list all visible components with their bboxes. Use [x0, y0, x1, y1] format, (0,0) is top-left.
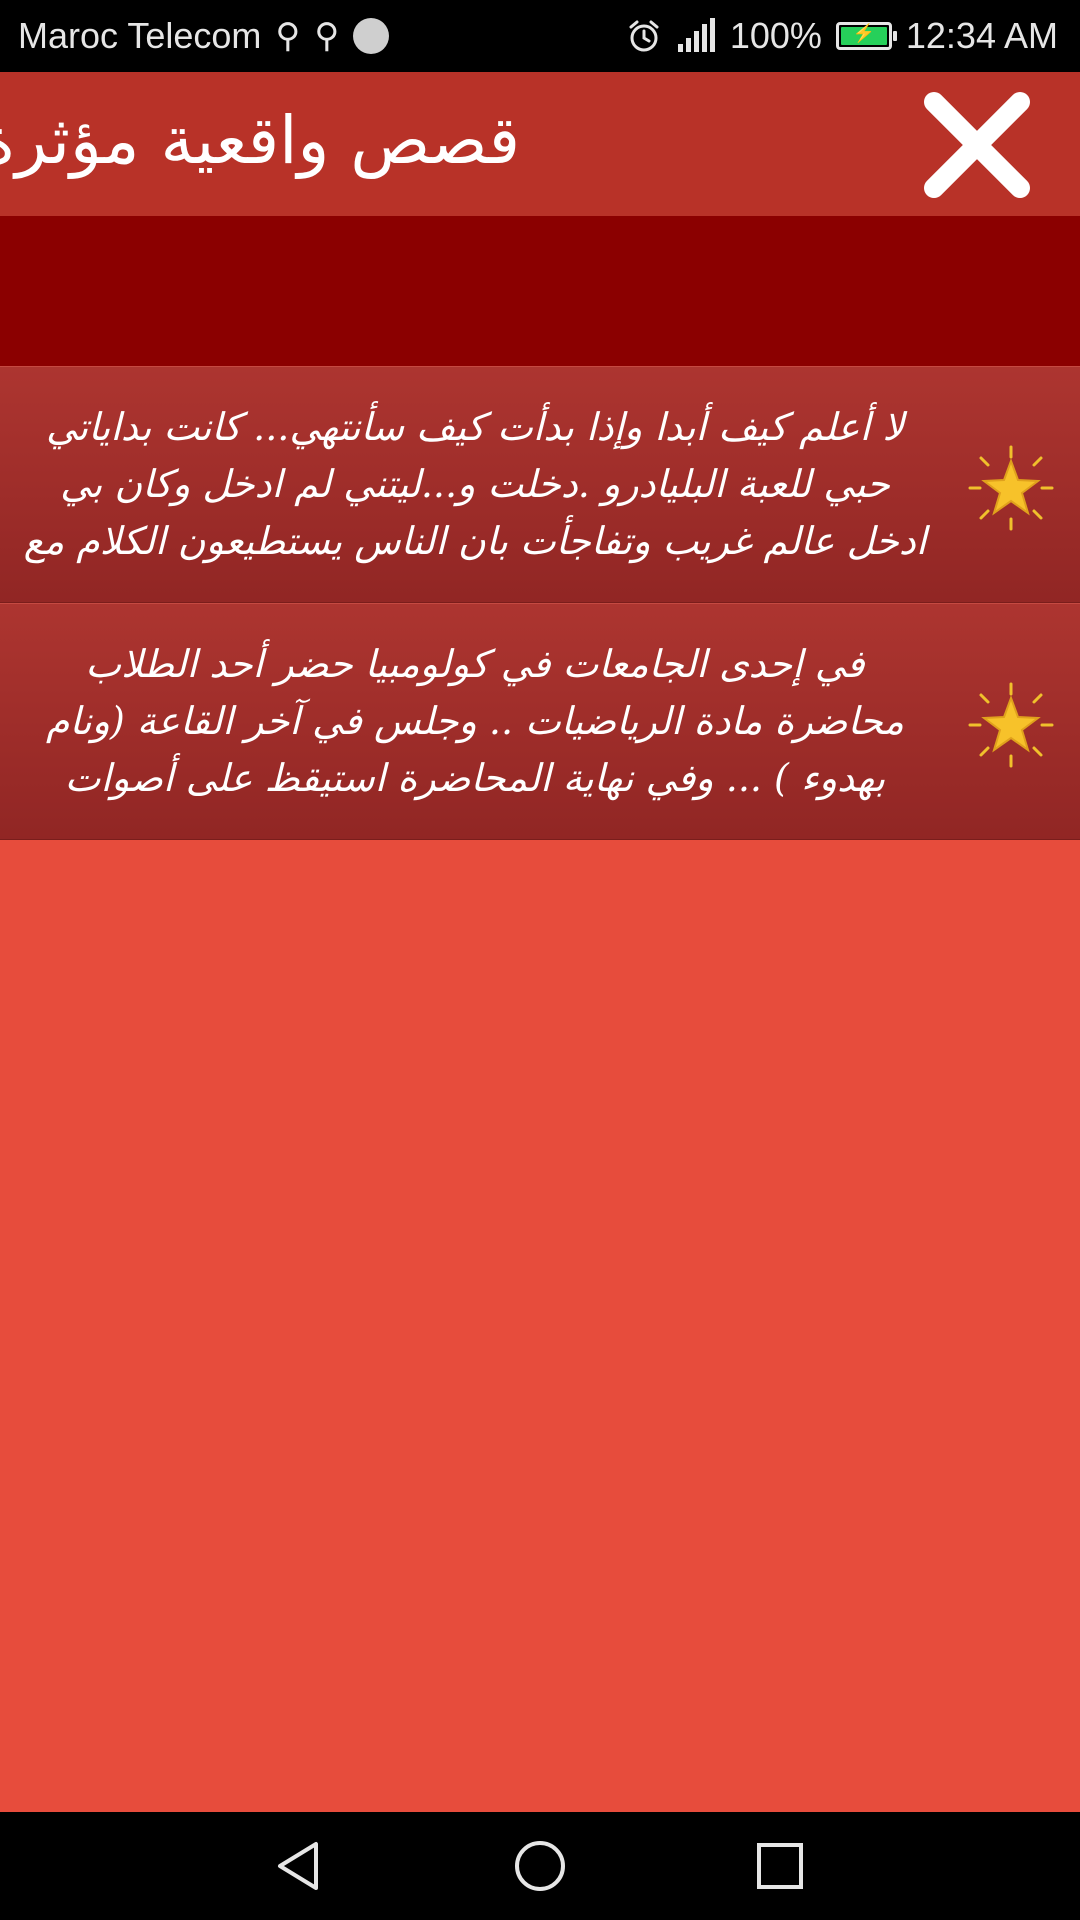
story-list: لا أعلم كيف أبدا وإذا بدأت كيف سأنتهي...… — [0, 366, 1080, 840]
clock: 12:34 AM — [905, 15, 1058, 56]
story-preview-text: لا أعلم كيف أبدا وإذا بدأت كيف سأنتهي...… — [23, 405, 927, 563]
list-item[interactable]: في إحدى الجامعات في كولومبيا حضر أحد الط… — [0, 603, 1080, 840]
page-title: قصص واقعية مؤثرة — [0, 102, 520, 179]
battery-percent: 100% — [729, 15, 822, 56]
back-icon[interactable] — [270, 1836, 330, 1896]
home-icon[interactable] — [510, 1836, 570, 1896]
app-notification-icon — [353, 18, 390, 54]
battery-charging-icon: ⚡ — [835, 22, 897, 50]
usb-icon: ⚲ — [275, 17, 301, 55]
carrier-name: Maroc Telecom — [18, 15, 262, 56]
app-screen: Maroc Telecom ⚲ ⚲ 100% ⚡ 12:34 AM قصص وا… — [0, 0, 1080, 1920]
close-button[interactable] — [922, 90, 1032, 200]
recent-apps-icon[interactable] — [750, 1836, 810, 1896]
list-item[interactable]: لا أعلم كيف أبدا وإذا بدأت كيف سأنتهي...… — [0, 366, 1080, 603]
status-bar-left: Maroc Telecom ⚲ ⚲ — [18, 0, 390, 72]
navigation-bar — [0, 1812, 1080, 1920]
signal-icon — [676, 18, 716, 54]
story-preview-text: في إحدى الجامعات في كولومبيا حضر أحد الط… — [45, 642, 905, 800]
alarm-icon — [626, 18, 662, 54]
star-icon — [968, 682, 1054, 768]
banner-area — [0, 216, 1080, 366]
star-icon — [968, 445, 1054, 531]
status-bar: Maroc Telecom ⚲ ⚲ 100% ⚡ 12:34 AM — [0, 0, 1080, 72]
status-bar-right: 100% ⚡ 12:34 AM — [626, 0, 1058, 72]
close-icon — [924, 92, 1030, 198]
charging-bolt-icon: ⚡ — [852, 23, 876, 43]
app-header: قصص واقعية مؤثرة — [0, 72, 1080, 216]
usb-icon: ⚲ — [314, 17, 340, 55]
